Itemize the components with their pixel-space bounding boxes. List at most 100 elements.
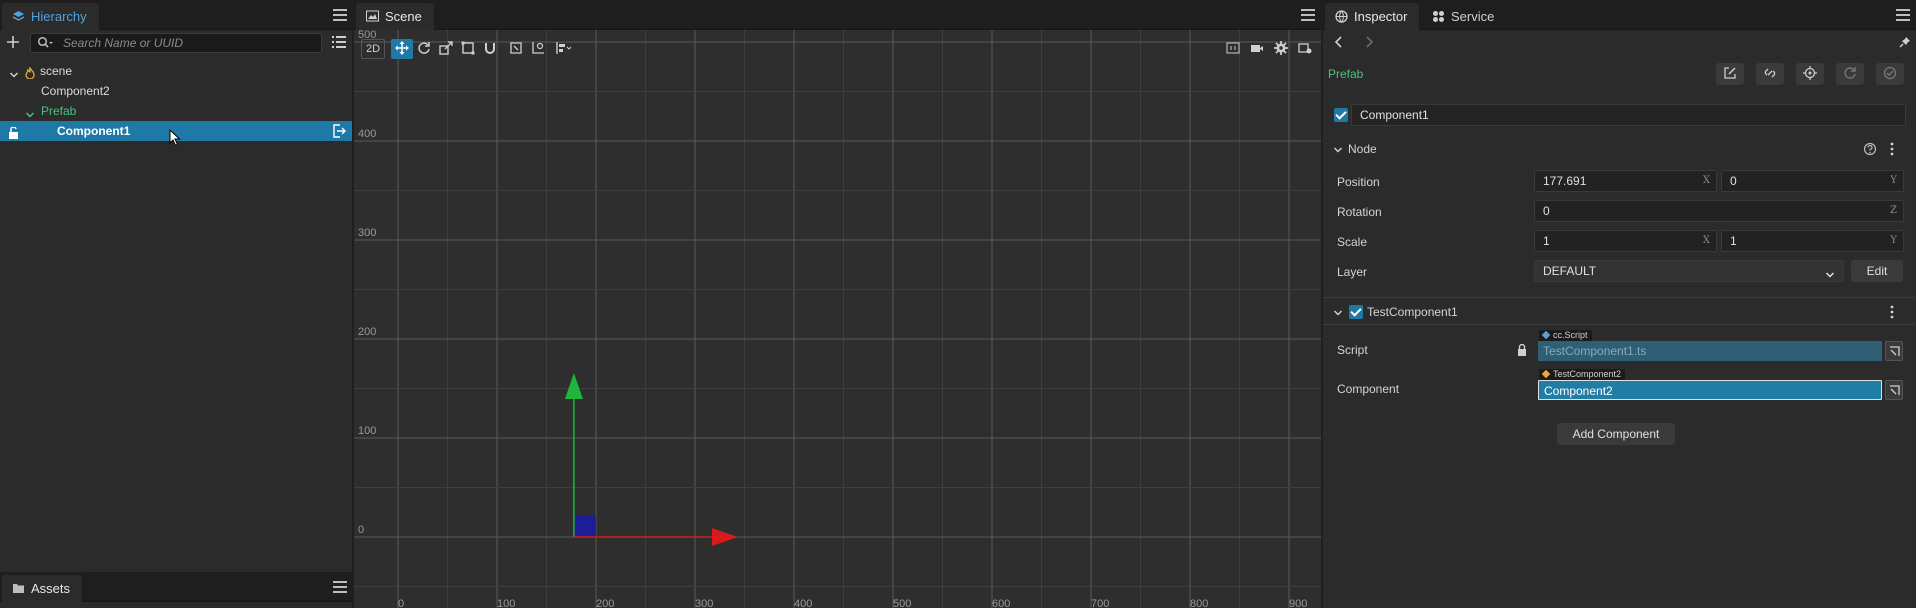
locate-icon bbox=[1803, 65, 1817, 83]
x-axis-tick-label: 700 bbox=[1091, 598, 1109, 608]
back-icon[interactable] bbox=[1333, 36, 1345, 51]
y-axis-tick-label: 300 bbox=[358, 227, 376, 239]
rotation-input[interactable]: 0 Z bbox=[1534, 200, 1904, 222]
lock-icon bbox=[1517, 343, 1527, 359]
layer-select[interactable]: DEFAULT bbox=[1534, 260, 1844, 282]
add-component-button[interactable]: Add Component bbox=[1557, 423, 1675, 445]
scale-x-input[interactable]: 1 X bbox=[1534, 230, 1717, 252]
scale-y-input[interactable]: 1 Y bbox=[1721, 230, 1904, 252]
prefab-edit-button[interactable] bbox=[1716, 63, 1744, 85]
view-size-button[interactable] bbox=[1221, 39, 1245, 59]
chevron-down-icon[interactable] bbox=[25, 106, 35, 118]
service-icon bbox=[1432, 10, 1445, 23]
chevron-down-icon bbox=[1825, 266, 1835, 286]
node-name-input[interactable]: Component1 bbox=[1351, 104, 1906, 126]
position-label: Position bbox=[1337, 175, 1380, 189]
rect-icon bbox=[461, 41, 475, 58]
script-tag-icon bbox=[1541, 330, 1551, 340]
prefab-unlink-button[interactable] bbox=[1756, 63, 1784, 85]
component-enabled-checkbox[interactable] bbox=[1349, 305, 1363, 319]
snap-tool-button[interactable] bbox=[479, 39, 501, 59]
view-size-icon bbox=[1226, 42, 1240, 57]
more-vertical-icon[interactable] bbox=[1890, 142, 1894, 159]
add-node-icon[interactable] bbox=[6, 35, 20, 49]
tab-inspector[interactable]: Inspector bbox=[1325, 3, 1420, 30]
node-active-checkbox[interactable] bbox=[1334, 108, 1348, 122]
mode-2d-button[interactable]: 2D bbox=[361, 39, 385, 59]
tab-hierarchy[interactable]: Hierarchy bbox=[2, 3, 99, 30]
edit-icon bbox=[1723, 66, 1737, 83]
prefab-revert-button[interactable] bbox=[1836, 63, 1864, 85]
pivot-button[interactable] bbox=[505, 39, 527, 59]
tab-assets[interactable]: Assets bbox=[2, 575, 83, 602]
move-icon bbox=[395, 40, 409, 58]
tab-service[interactable]: Service bbox=[1422, 3, 1506, 30]
tab-hierarchy-label: Hierarchy bbox=[31, 9, 87, 24]
tree-node-label: Prefab bbox=[41, 104, 77, 118]
script-locate-button[interactable] bbox=[1885, 341, 1903, 361]
hierarchy-menu-icon[interactable] bbox=[333, 9, 347, 21]
section-divider bbox=[1323, 297, 1916, 298]
exit-prefab-icon[interactable] bbox=[332, 124, 346, 144]
component-ref-field[interactable]: Component2 bbox=[1538, 380, 1882, 400]
rect-tool-button[interactable] bbox=[457, 39, 479, 59]
tab-service-label: Service bbox=[1451, 9, 1495, 24]
component-section-header[interactable]: TestComponent1 bbox=[1323, 301, 1916, 323]
tab-scene[interactable]: Scene bbox=[356, 3, 434, 30]
tree-node-component2[interactable]: Component2 bbox=[0, 81, 352, 101]
x-axis-tick-label: 800 bbox=[1190, 598, 1208, 608]
x-axis-tick-label: 0 bbox=[398, 598, 404, 608]
gizmo-x-arrow bbox=[711, 528, 738, 546]
x-axis-tick-label: 500 bbox=[893, 598, 911, 608]
section-divider bbox=[1323, 324, 1916, 325]
y-axis-tick-label: 200 bbox=[358, 326, 376, 338]
scale-y-value: 1 bbox=[1730, 234, 1737, 248]
more-vertical-icon[interactable] bbox=[1890, 305, 1894, 322]
component-ref-value: Component2 bbox=[1544, 384, 1613, 398]
scene-viewport[interactable]: 500 400 300 200 100 0 0 100 200 300 400 500 600 700 80… bbox=[354, 30, 1321, 608]
align-dropdown-button[interactable] bbox=[553, 39, 575, 59]
script-label: Script bbox=[1337, 343, 1368, 357]
layer-edit-button[interactable]: Edit bbox=[1851, 260, 1903, 282]
tree-node-label: scene bbox=[40, 64, 73, 78]
scale-y-axis-label: Y bbox=[1890, 235, 1897, 246]
pin-icon[interactable] bbox=[1899, 36, 1911, 51]
node-name-value: Component1 bbox=[1360, 108, 1429, 122]
help-icon[interactable] bbox=[1863, 142, 1877, 159]
info-icon bbox=[1335, 10, 1348, 23]
rotate-tool-button[interactable] bbox=[413, 39, 435, 59]
add-component-label: Add Component bbox=[1572, 427, 1660, 441]
scene-settings-button[interactable] bbox=[1269, 39, 1293, 59]
inspector-menu-icon[interactable] bbox=[1896, 9, 1910, 21]
rotation-value: 0 bbox=[1543, 204, 1550, 218]
hierarchy-search-input[interactable]: Search Name or UUID bbox=[30, 33, 322, 53]
search-placeholder: Search Name or UUID bbox=[63, 36, 184, 50]
position-x-input[interactable]: 177.691 X bbox=[1534, 170, 1717, 192]
scale-tool-button[interactable] bbox=[435, 39, 457, 59]
scene-menu-icon[interactable] bbox=[1301, 9, 1315, 21]
camera-icon bbox=[1250, 42, 1264, 57]
gizmo-y-arrow bbox=[564, 373, 583, 399]
position-y-input[interactable]: 0 Y bbox=[1721, 170, 1904, 192]
list-view-icon[interactable] bbox=[332, 36, 346, 48]
tree-node-prefab[interactable]: Prefab bbox=[0, 101, 352, 121]
camera-button[interactable] bbox=[1245, 39, 1269, 59]
prefab-locate-button[interactable] bbox=[1796, 63, 1824, 85]
script-asset-field[interactable]: TestComponent1.ts bbox=[1538, 341, 1882, 361]
unlock-icon[interactable] bbox=[8, 125, 20, 145]
assets-tabbar: Assets bbox=[0, 572, 352, 602]
coordinate-button[interactable] bbox=[527, 39, 549, 59]
tree-node-scene[interactable]: scene bbox=[0, 61, 352, 81]
move-tool-button[interactable] bbox=[391, 39, 413, 59]
chevron-down-icon bbox=[1333, 307, 1343, 321]
forward-icon[interactable] bbox=[1363, 36, 1375, 51]
prefab-apply-button[interactable] bbox=[1876, 63, 1904, 85]
scale-x-axis-label: X bbox=[1702, 235, 1710, 246]
position-x-axis-label: X bbox=[1702, 175, 1710, 186]
node-section-header[interactable]: Node bbox=[1323, 138, 1916, 160]
chevron-down-icon[interactable] bbox=[9, 66, 19, 78]
assets-menu-icon[interactable] bbox=[333, 581, 347, 593]
gizmo-button[interactable] bbox=[1293, 39, 1317, 59]
gear-icon bbox=[1274, 40, 1288, 58]
component-locate-button[interactable] bbox=[1885, 380, 1903, 400]
